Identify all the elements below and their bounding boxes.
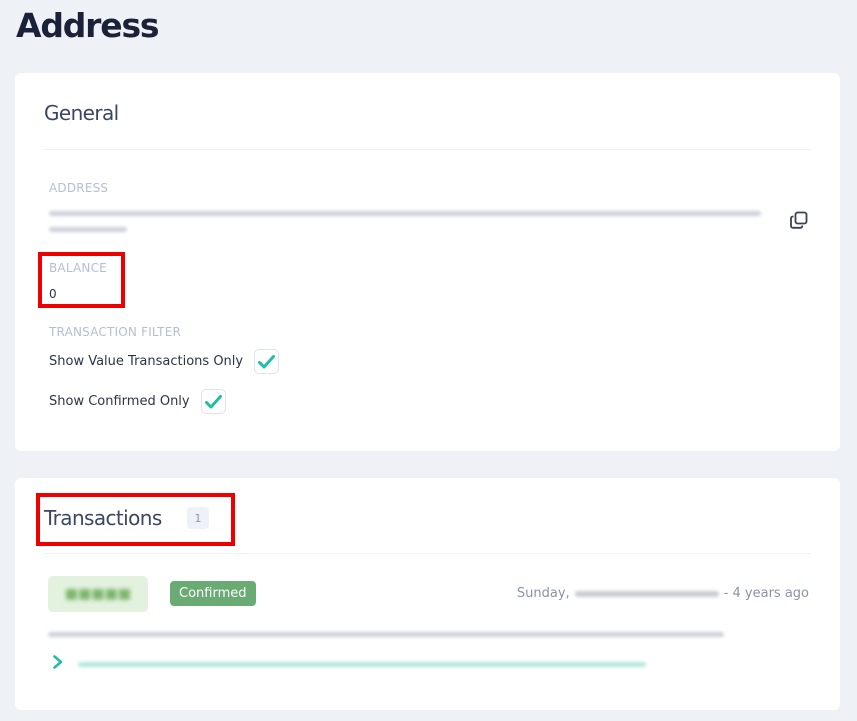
highlight-box-transactions (36, 493, 235, 546)
general-card: General ADDRESS BALANCE 0 TRANSACTION FI… (15, 73, 840, 451)
transaction-amount: ■■■■■ (48, 576, 148, 612)
transaction-hash-redacted[interactable] (48, 632, 724, 637)
status-badge: Confirmed (170, 581, 256, 606)
page-title: Address (16, 6, 160, 45)
transactions-divider (44, 553, 811, 554)
transaction-date-redacted (574, 590, 719, 597)
filter-value-only: Show Value Transactions Only (49, 349, 280, 374)
copy-address-button[interactable] (789, 210, 809, 230)
confirmed-only-checkbox[interactable] (200, 389, 226, 414)
transaction-filter-label: TRANSACTION FILTER (49, 325, 182, 339)
transaction-relative-time: - 4 years ago (723, 586, 809, 601)
general-divider (44, 149, 811, 150)
check-icon (258, 354, 276, 368)
address-label: ADDRESS (49, 181, 109, 195)
chevron-right-icon[interactable] (51, 655, 65, 669)
transaction-link-redacted[interactable] (78, 662, 646, 667)
transaction-amount-redacted: ■■■■■ (64, 586, 132, 602)
general-heading: General (44, 101, 119, 125)
value-only-checkbox[interactable] (254, 349, 280, 374)
copy-icon (790, 211, 808, 229)
transaction-date: Sunday, - 4 years ago (517, 586, 809, 601)
transaction-day: Sunday, (516, 586, 570, 601)
filter-value-only-label: Show Value Transactions Only (49, 354, 244, 369)
filter-confirmed-only-label: Show Confirmed Only (49, 394, 190, 409)
check-icon (204, 394, 222, 408)
filter-confirmed-only: Show Confirmed Only (49, 389, 226, 414)
highlight-box-balance (38, 252, 125, 308)
